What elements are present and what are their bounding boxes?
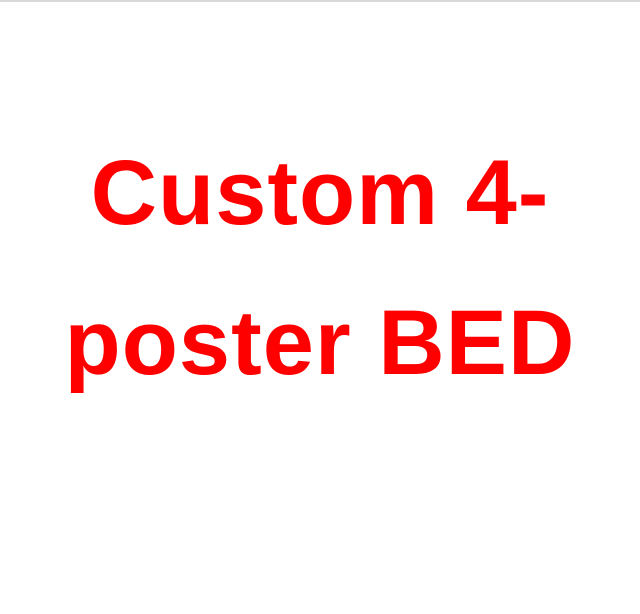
headline-line-1: Custom 4- [90,142,550,244]
headline-text: Custom 4- poster BED [0,118,640,418]
top-border-line [0,0,640,2]
image-canvas: Custom 4- poster BED [0,0,640,614]
headline-line-2: poster BED [64,292,576,394]
